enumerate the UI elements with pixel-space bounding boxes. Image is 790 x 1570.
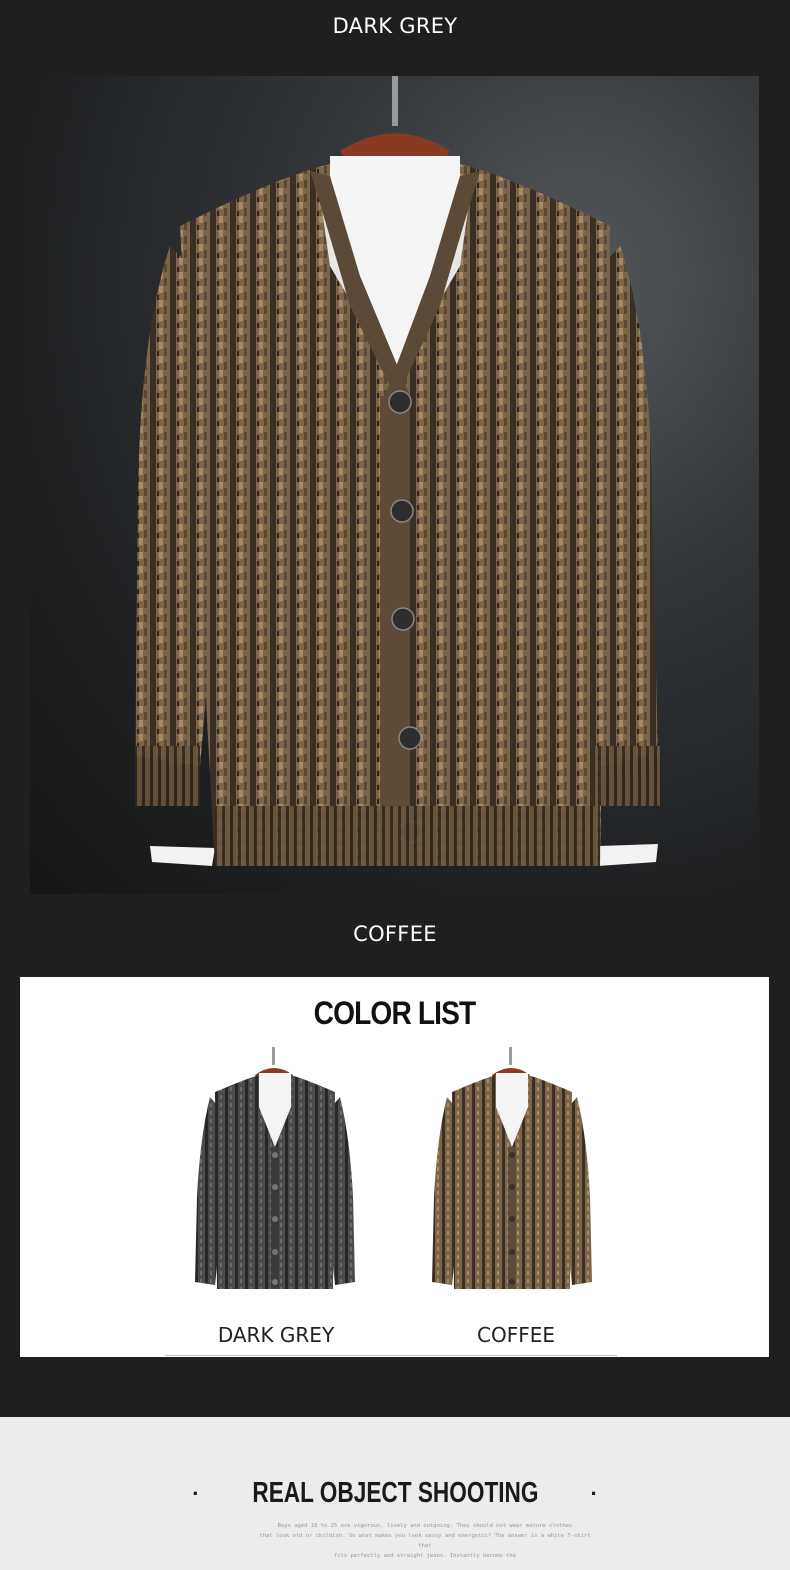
description-line: Boys aged 18 to 25 are vigorous, lively … (277, 1523, 573, 1529)
description-line: that look old or childish. So what makes… (259, 1533, 591, 1549)
color-swatch-label-dark-grey: DARK GREY (217, 1323, 335, 1347)
cardigan-thumbnail-grey (195, 1047, 355, 1289)
cardigan-thumbnail-coffee (432, 1047, 592, 1289)
section-heading-text: REAL OBJECT SHOOTING (251, 1477, 539, 1509)
description-line: fits perfectly and straight jeans. Insta… (333, 1553, 517, 1559)
bullet-left: · (192, 1481, 200, 1507)
real-object-shooting-section: · REAL OBJECT SHOOTING · Boys aged 18 to… (0, 1417, 790, 1570)
divider-line (165, 1355, 415, 1356)
section-heading: · REAL OBJECT SHOOTING · (0, 1477, 790, 1510)
section-description: Boys aged 18 to 25 are vigorous, lively … (255, 1521, 595, 1561)
bullet-right: · (590, 1481, 598, 1507)
color-swatch-label-coffee: COFFEE (477, 1323, 555, 1347)
divider-line (415, 1355, 617, 1356)
section-gap (0, 1357, 790, 1417)
product-photo-coffee-cardigan (30, 76, 759, 894)
color-swatch-coffee[interactable] (412, 1047, 612, 1295)
color-caption-coffee: COFFEE (353, 922, 437, 946)
hanger-hook (392, 76, 398, 126)
color-list-title: COLOR LIST (313, 995, 477, 1031)
cardigan-illustration (135, 76, 660, 866)
color-list-panel: COLOR LIST DARK GREY COFFEE (20, 977, 769, 1357)
color-swatch-dark-grey[interactable] (175, 1047, 375, 1295)
color-caption-dark-grey: DARK GREY (332, 14, 458, 38)
